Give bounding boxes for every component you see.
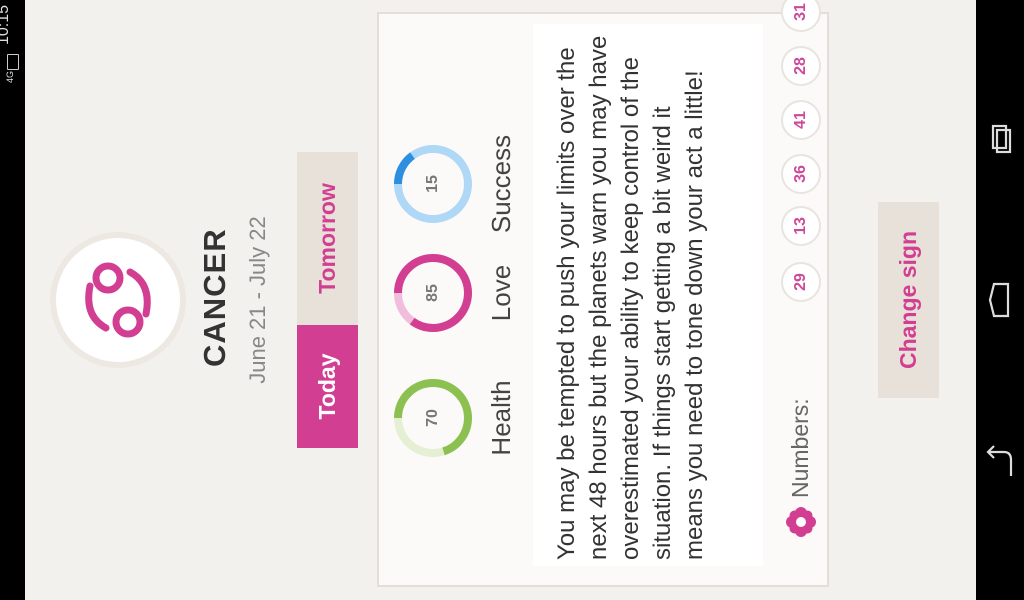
tab-tomorrow[interactable]: Tomorrow — [297, 152, 358, 325]
tab-tomorrow-label: Tomorrow — [314, 183, 340, 294]
network-indicator: 4G — [5, 70, 16, 84]
sign-dates: June 21 - July 22 — [245, 216, 270, 384]
change-sign-label: Change sign — [895, 231, 921, 370]
lucky-number: 28 — [781, 46, 821, 86]
love-label: Love — [486, 264, 516, 322]
cancer-symbol-icon — [56, 238, 180, 362]
numbers-label: Numbers: — [787, 398, 813, 498]
success-meter: 15 — [392, 143, 474, 225]
health-value: 70 — [424, 409, 441, 427]
success-value: 15 — [424, 175, 441, 193]
flower-icon — [785, 506, 817, 538]
battery-icon — [7, 54, 19, 70]
recent-apps-icon[interactable] — [988, 120, 1012, 156]
lucky-number: 41 — [781, 100, 821, 140]
success-label: Success — [486, 134, 516, 234]
lucky-number: 36 — [781, 154, 821, 194]
lucky-number: 13 — [781, 206, 821, 246]
love-value: 85 — [424, 284, 441, 302]
lucky-number: 29 — [781, 262, 821, 302]
navigation-bar — [976, 0, 1024, 600]
status-bar: 10:15 4G — [0, 0, 25, 600]
health-label: Health — [486, 380, 516, 456]
health-meter: 70 — [392, 377, 474, 459]
horoscope-text: You may be tempted to push your limits o… — [533, 24, 763, 566]
sign-emblem — [50, 232, 186, 368]
numbers-row: Numbers: 29 13 36 41 28 31 — [769, 0, 825, 538]
love-meter: 85 — [392, 252, 474, 334]
back-icon[interactable] — [984, 438, 1016, 482]
tab-today[interactable]: Today — [297, 325, 358, 448]
home-icon[interactable] — [986, 280, 1014, 320]
tab-today-label: Today — [314, 353, 340, 420]
sign-title: CANCER — [197, 228, 232, 367]
clock: 10:15 — [0, 4, 13, 46]
change-sign-button[interactable]: Change sign — [878, 202, 939, 398]
